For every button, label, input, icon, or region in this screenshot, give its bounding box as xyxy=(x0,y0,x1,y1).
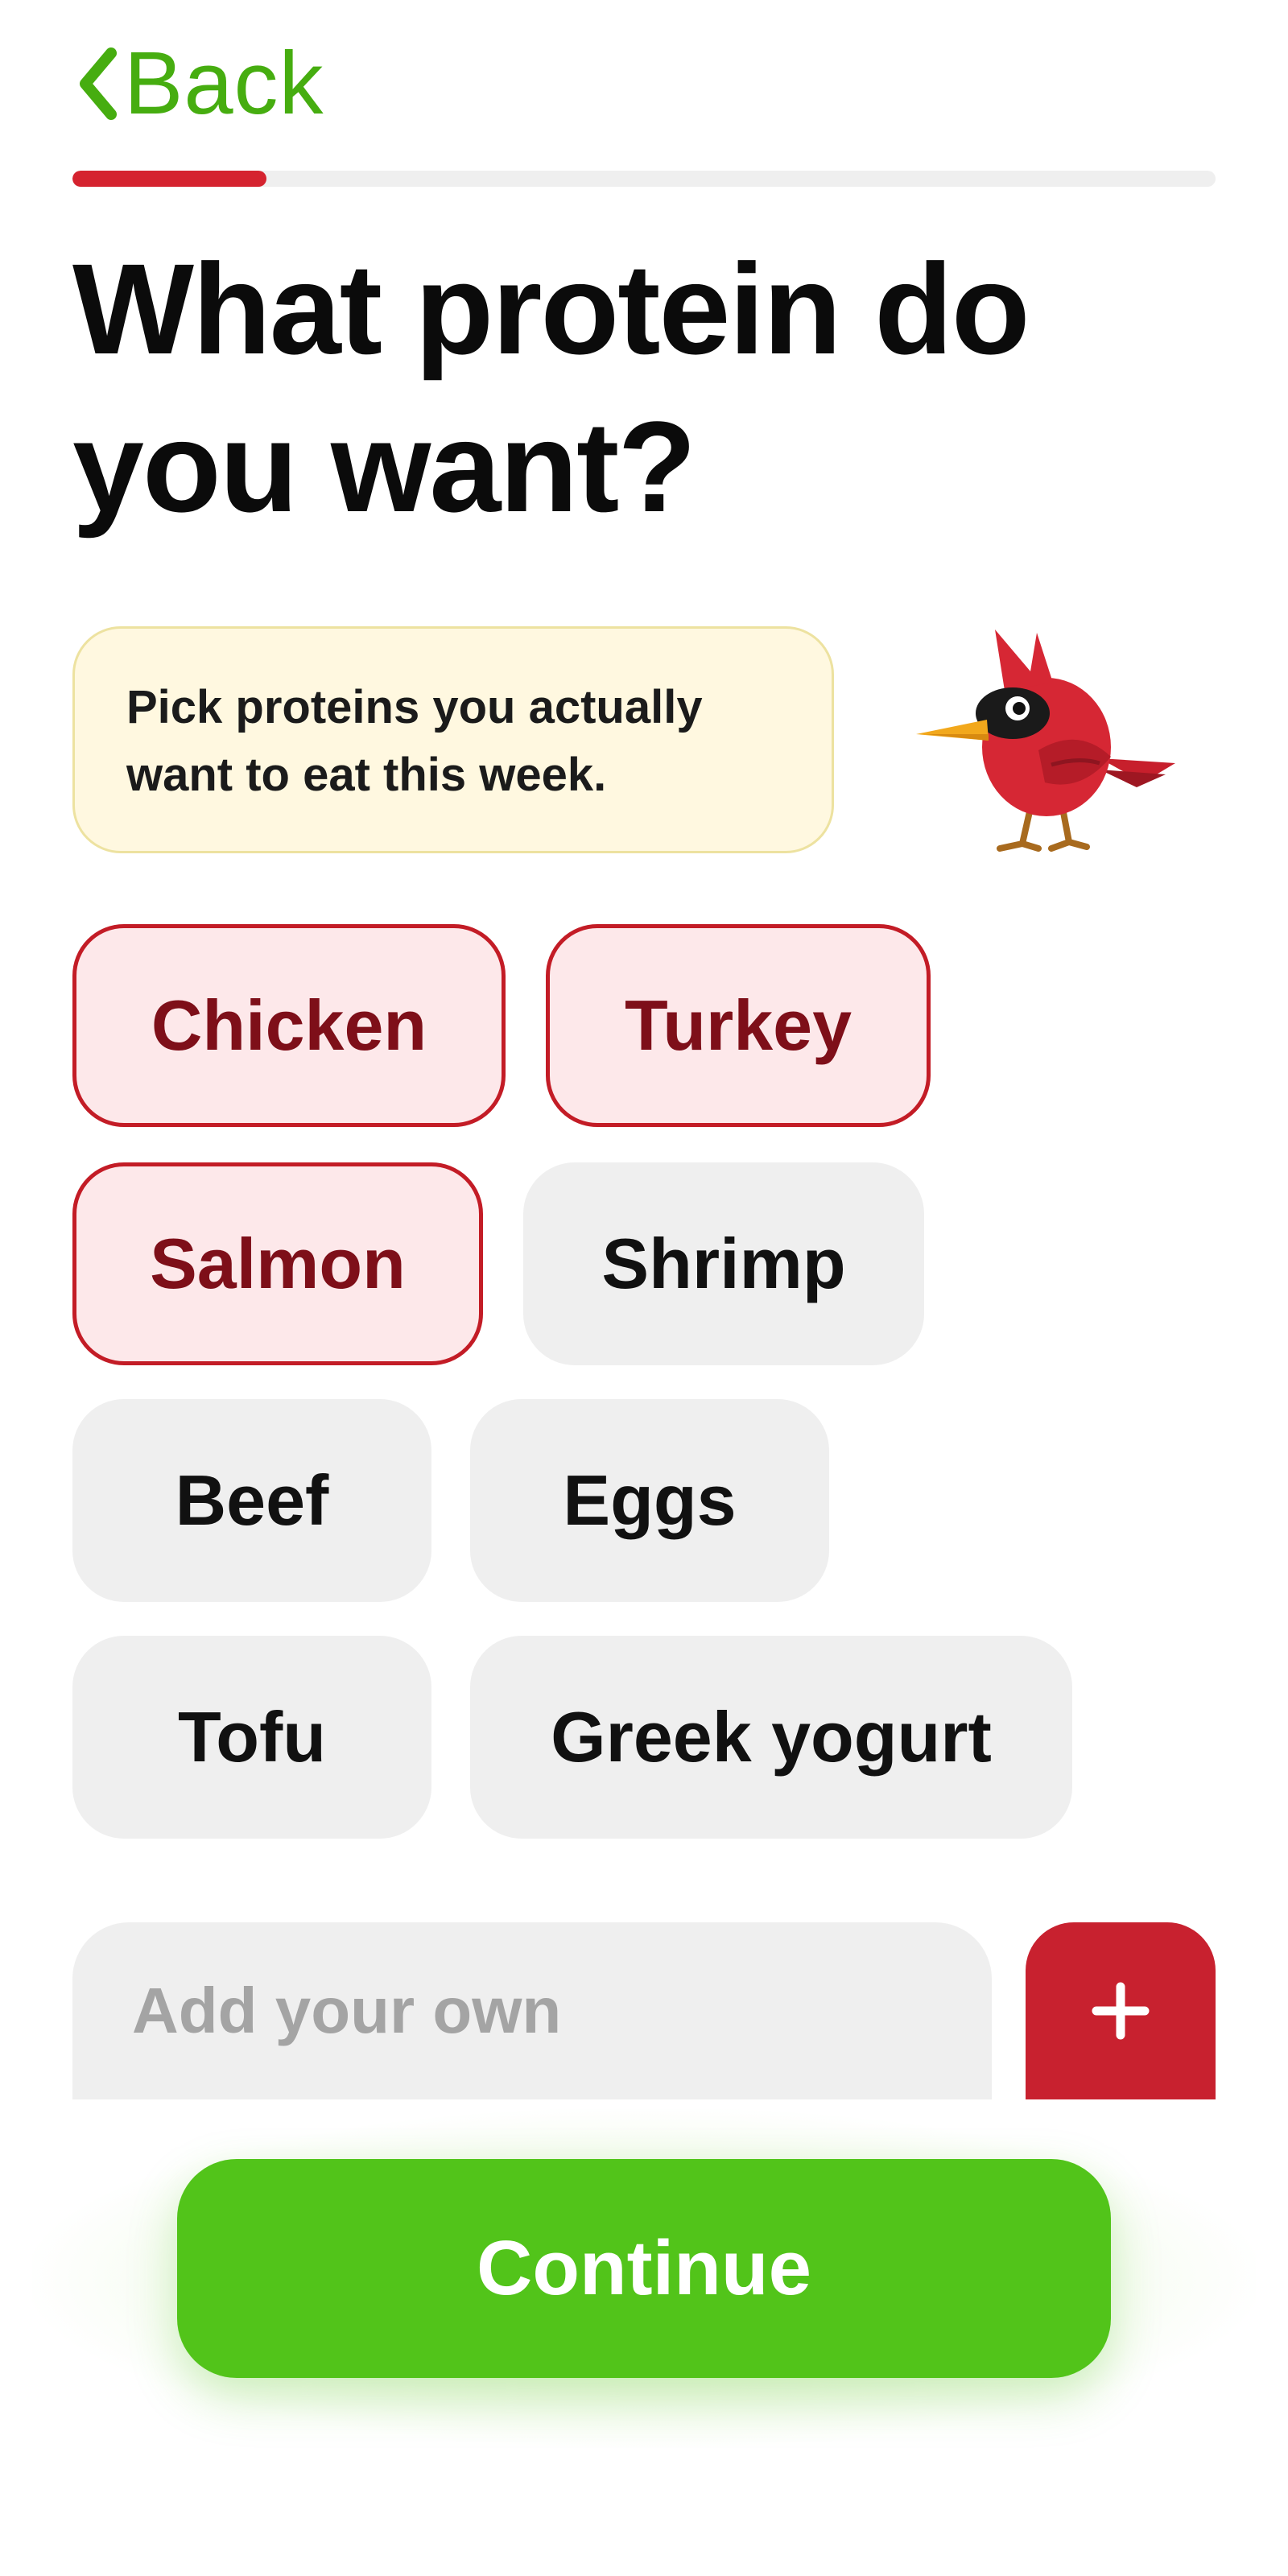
add-own-input[interactable] xyxy=(72,1922,992,2099)
plus-icon xyxy=(1092,1982,1150,2040)
hint-line-2: want to eat this week. xyxy=(126,749,607,801)
protein-chip-turkey[interactable]: Turkey xyxy=(546,924,931,1127)
protein-chip-eggs[interactable]: Eggs xyxy=(470,1399,829,1602)
back-label: Back xyxy=(124,34,324,133)
protein-chip-beef[interactable]: Beef xyxy=(72,1399,431,1602)
chevron-left-icon xyxy=(80,47,117,120)
continue-button[interactable]: Continue xyxy=(177,2159,1111,2378)
progress-bar xyxy=(72,171,1216,187)
hint-bubble: Pick proteins you actually want to eat t… xyxy=(72,626,834,853)
add-protein-button[interactable] xyxy=(1026,1922,1216,2099)
protein-chip-salmon[interactable]: Salmon xyxy=(72,1162,483,1365)
hint-line-1: Pick proteins you actually xyxy=(126,681,703,733)
cardinal-bird-icon xyxy=(916,630,1175,852)
page-title: What protein do you want? xyxy=(72,237,1030,539)
protein-chip-chicken[interactable]: Chicken xyxy=(72,924,506,1127)
back-button[interactable]: Back xyxy=(76,35,324,132)
protein-chip-greek-yogurt[interactable]: Greek yogurt xyxy=(470,1636,1072,1839)
protein-chip-tofu[interactable]: Tofu xyxy=(72,1636,431,1839)
protein-chip-shrimp[interactable]: Shrimp xyxy=(523,1162,924,1365)
progress-fill xyxy=(72,171,267,187)
